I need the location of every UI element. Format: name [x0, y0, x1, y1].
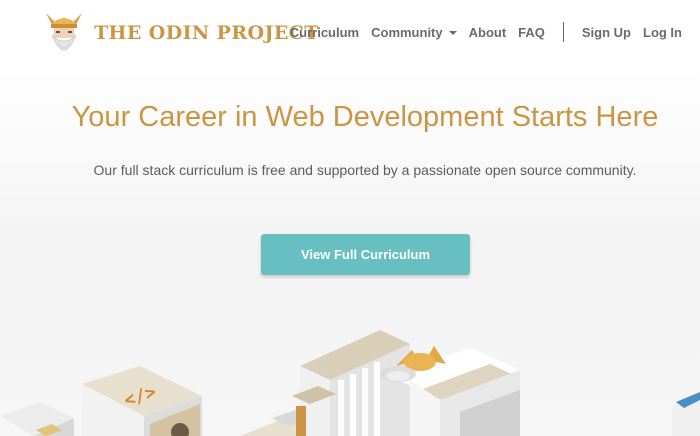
nav-about[interactable]: About — [469, 25, 507, 40]
hero-subtitle: Our full stack curriculum is free and su… — [93, 162, 637, 178]
nav-sign-up[interactable]: Sign Up — [582, 25, 631, 40]
code-block: </> — [82, 366, 202, 436]
nav-divider — [562, 22, 564, 42]
site-header: THE ODIN PROJECT Curriculum Community Ab… — [0, 0, 700, 64]
nav-log-in[interactable]: Log In — [643, 25, 682, 40]
caret-down-icon — [448, 31, 457, 36]
main-nav: Curriculum Community About FAQ Sign Up L… — [290, 22, 682, 42]
nav-curriculum[interactable]: Curriculum — [290, 25, 359, 40]
brand-link[interactable]: THE ODIN PROJECT — [42, 6, 319, 60]
corner-block-right — [672, 392, 700, 436]
nav-faq[interactable]: FAQ — [518, 25, 545, 40]
brand-name: THE ODIN PROJECT — [94, 22, 319, 44]
odin-logo-icon — [46, 13, 82, 51]
small-building-left — [0, 402, 74, 436]
isometric-city-illustration: </> — [0, 330, 700, 436]
nav-community-label: Community — [371, 24, 443, 40]
view-curriculum-button[interactable]: View Full Curriculum — [261, 234, 470, 275]
hero-title: Your Career in Web Development Starts He… — [71, 101, 659, 133]
main-tower — [292, 330, 410, 436]
nav-community-dropdown[interactable]: Community — [371, 25, 457, 40]
